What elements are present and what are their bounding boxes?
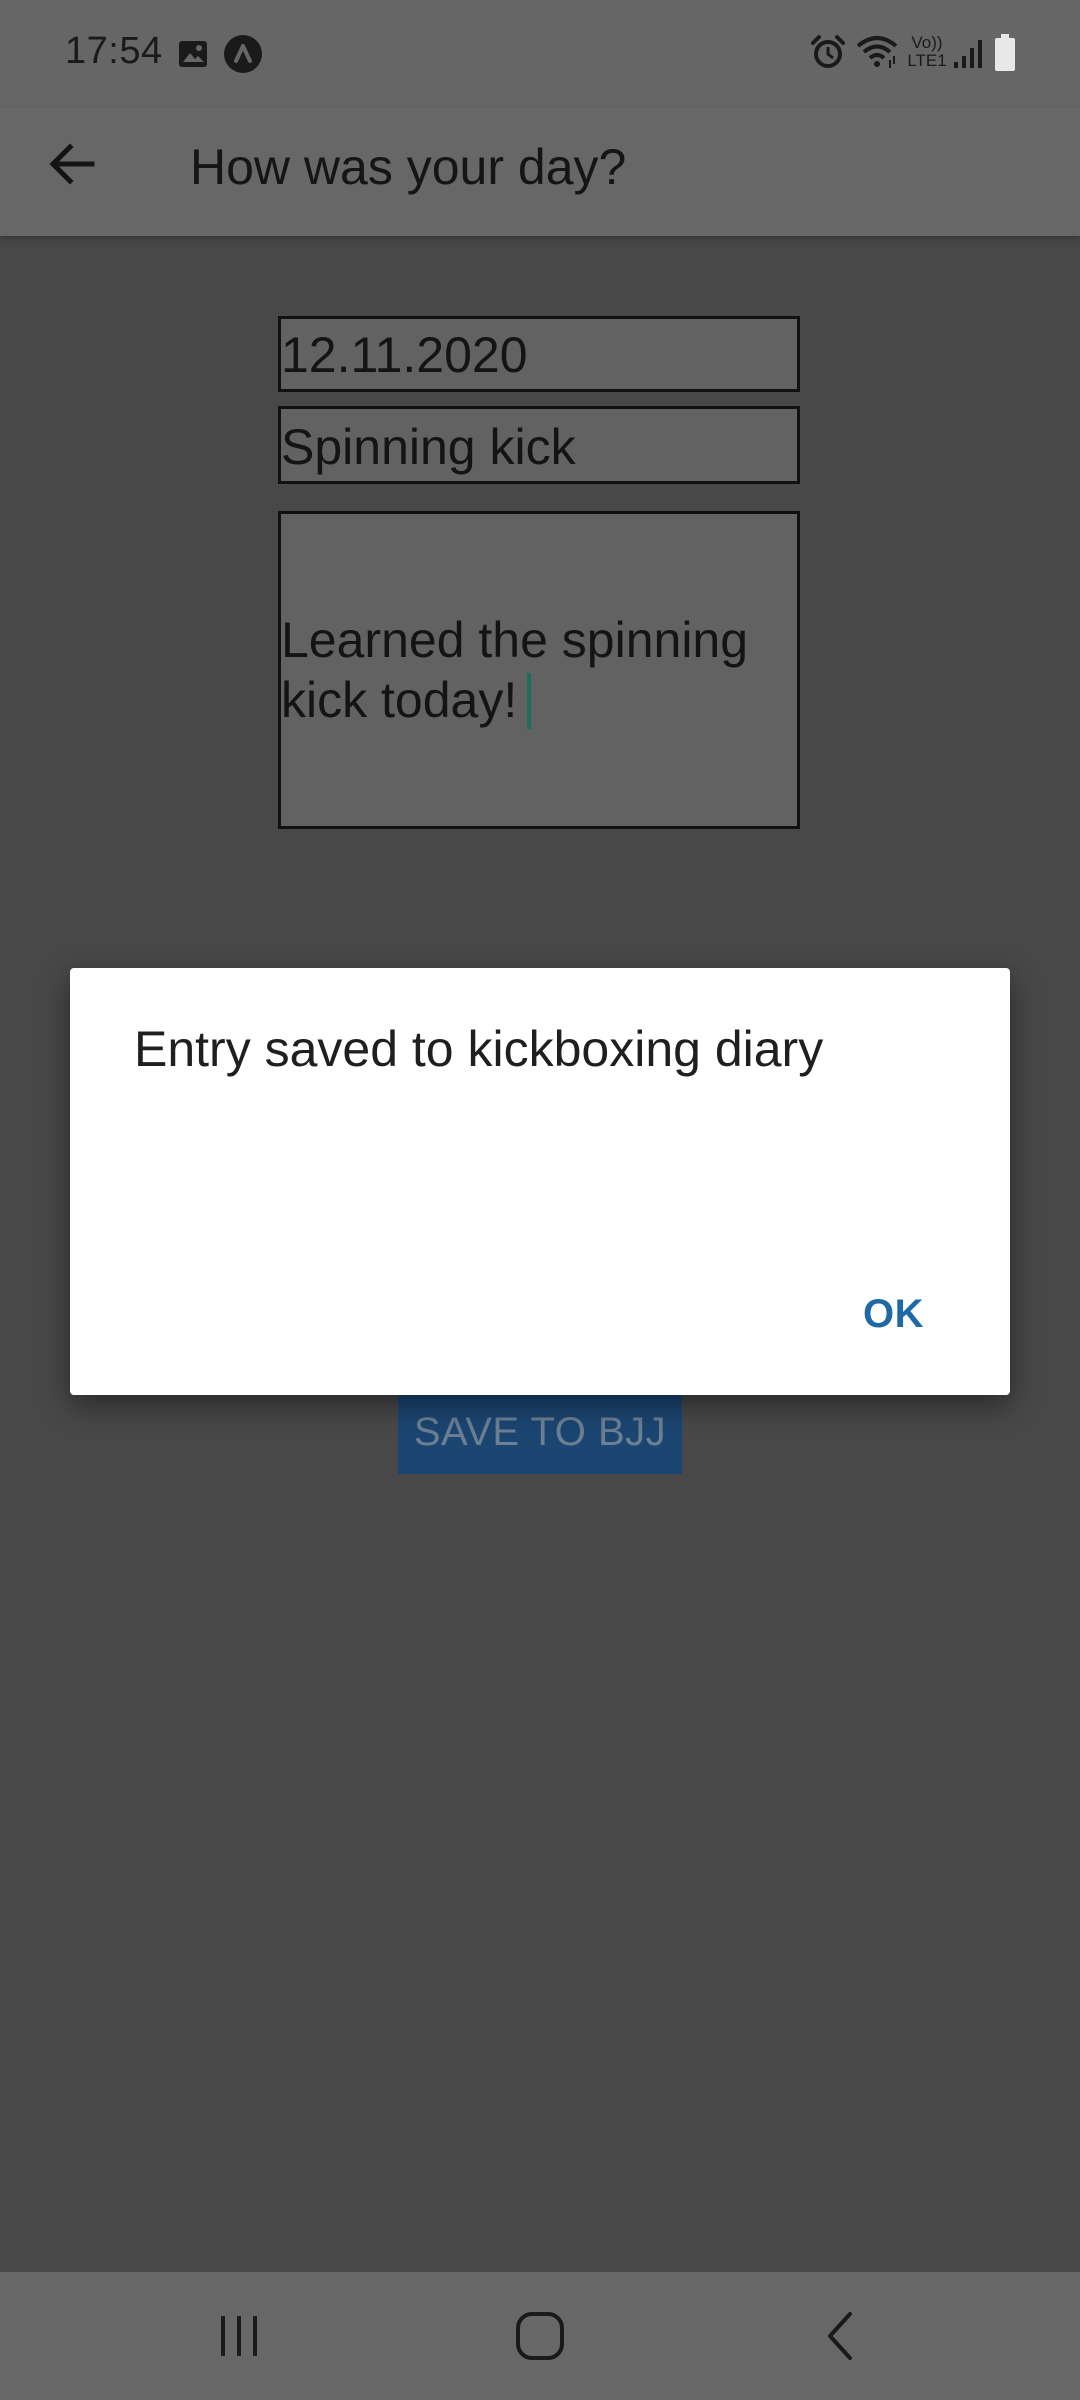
status-time: 17:54 xyxy=(65,30,163,72)
dialog-message: Entry saved to kickboxing diary xyxy=(134,1021,824,1077)
alert-dialog: Entry saved to kickboxing diary OK xyxy=(70,968,1010,1395)
alarm-icon xyxy=(811,35,845,68)
navigation-bar xyxy=(0,2272,1080,2400)
app-bar: How was your day? xyxy=(0,108,1080,236)
notes-text: Learned the spinning kick today! xyxy=(281,612,749,728)
date-field[interactable]: 12.11.2020 xyxy=(278,316,800,392)
battery-icon xyxy=(995,34,1015,71)
text-cursor xyxy=(527,673,532,729)
status-bar: 17:54 Vo)) LTE1 xyxy=(0,0,1080,108)
signal-icon xyxy=(954,40,982,68)
arrow-back-icon[interactable] xyxy=(40,132,104,196)
save-to-bjj-button[interactable]: SAVE TO BJJ xyxy=(398,1390,682,1474)
recent-apps-icon[interactable] xyxy=(209,2306,269,2366)
page-title: How was your day? xyxy=(190,139,627,195)
home-icon[interactable] xyxy=(510,2306,570,2366)
back-icon[interactable] xyxy=(812,2306,872,2366)
image-icon xyxy=(179,41,207,67)
title-field[interactable]: Spinning kick xyxy=(278,406,800,484)
app-notification-icon xyxy=(224,35,262,73)
wifi-icon xyxy=(856,36,898,68)
ok-button[interactable]: OK xyxy=(863,1292,924,1337)
notes-field[interactable]: Learned the spinning kick today! xyxy=(278,511,800,829)
volte-icon: Vo)) LTE1 xyxy=(907,33,947,70)
